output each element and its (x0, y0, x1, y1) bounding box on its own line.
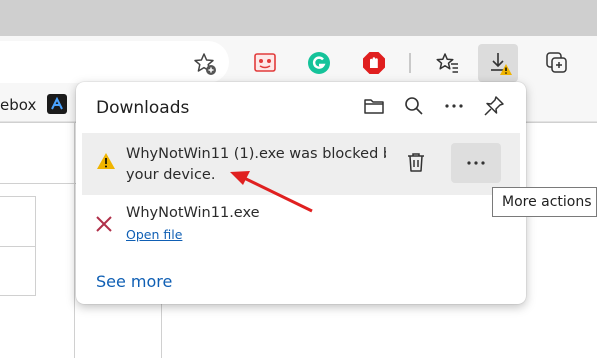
annotation-arrow (230, 171, 313, 213)
